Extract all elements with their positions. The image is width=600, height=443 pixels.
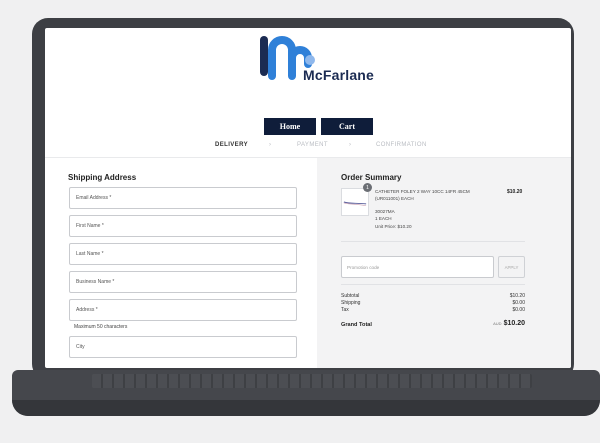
grand-total-label: Grand Total [341, 322, 372, 328]
summary-divider [341, 241, 525, 242]
last-name-field-label: Last Name * [76, 251, 104, 257]
email-field[interactable]: Email Address * [69, 187, 297, 209]
step-confirmation: CONFIRMATION [376, 142, 427, 148]
address-hint: Maximum 50 characters [74, 324, 128, 330]
laptop-screen: McFarlane Home Cart DELIVERY › PAYMENT ›… [45, 28, 571, 368]
business-name-field-label: Business Name * [76, 279, 115, 285]
product-price: $10.20 [507, 189, 523, 195]
shipping-address-title: Shipping Address [68, 173, 137, 182]
shipping-value: $0.00 [512, 300, 525, 306]
product-image [341, 188, 369, 216]
last-name-field[interactable]: Last Name * [69, 243, 297, 265]
checkout-steps: DELIVERY › PAYMENT › CONFIRMATION [45, 140, 571, 152]
subtotal-value: $10.20 [509, 293, 525, 299]
catheter-icon [343, 201, 367, 206]
product-sku: 30027MA [375, 209, 395, 214]
subtotal-label: Subtotal [341, 293, 360, 299]
step-delivery: DELIVERY [215, 142, 248, 148]
product-unit-price: Unit Price: $10.20 [375, 224, 412, 229]
home-button[interactable]: Home [264, 118, 316, 135]
step-separator-icon: › [349, 142, 352, 148]
summary-divider [341, 284, 525, 285]
cart-button[interactable]: Cart [321, 118, 373, 135]
first-name-field[interactable]: First Name * [69, 215, 297, 237]
product-unit: 1 EACH [375, 216, 392, 221]
tax-value: $0.00 [512, 307, 525, 313]
product-name-code: (UR011001) EACH [375, 196, 414, 201]
brand-name: McFarlane [303, 67, 375, 83]
business-name-field[interactable]: Business Name * [69, 271, 297, 293]
product-name: CATHETER FOLEY 2 WAY 10CC 14FR 45CM [375, 189, 470, 194]
first-name-field-label: First Name * [76, 223, 104, 229]
apply-button[interactable]: APPLY [498, 256, 525, 278]
shipping-label: Shipping [341, 300, 361, 306]
grand-total-value: AUD $10.20 [493, 320, 525, 327]
promotion-code-input[interactable]: Promotion code [341, 256, 494, 278]
promotion-code-placeholder: Promotion code [347, 265, 380, 270]
tax-label: Tax [341, 307, 349, 313]
city-field[interactable]: City [69, 336, 297, 358]
laptop-base-lip [12, 400, 600, 416]
step-payment: PAYMENT [297, 142, 328, 148]
email-field-label: Email Address * [76, 195, 112, 201]
currency-code: AUD [493, 321, 502, 326]
address-field[interactable]: Address * [69, 299, 297, 321]
quantity-badge: 1 [363, 183, 372, 192]
step-separator-icon: › [269, 142, 272, 148]
address-field-label: Address * [76, 307, 98, 313]
city-field-label: City [76, 344, 85, 350]
laptop-keyboard [92, 374, 532, 388]
grand-total-amount: $10.20 [503, 320, 525, 327]
order-summary-title: Order Summary [341, 173, 402, 182]
